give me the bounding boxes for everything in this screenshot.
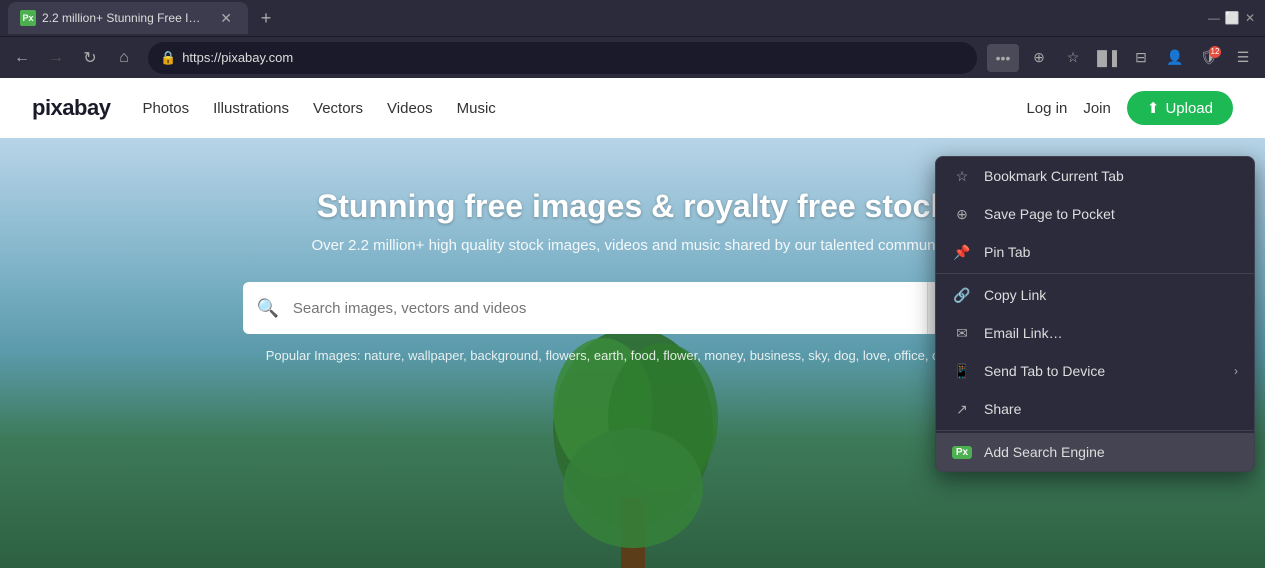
pocket-menu-icon: ⊕: [952, 204, 972, 224]
share-icon: ↗: [952, 399, 972, 419]
hamburger-menu-button[interactable]: ☰: [1229, 44, 1257, 72]
browser-tab[interactable]: Px 2.2 million+ Stunning Free Ima... ✕: [8, 2, 248, 34]
nav-illustrations[interactable]: Illustrations: [213, 100, 289, 117]
popular-tags: Popular Images: nature, wallpaper, backg…: [266, 348, 999, 363]
menu-divider-2: [936, 430, 1254, 431]
maximize-button[interactable]: ⬜: [1225, 11, 1239, 25]
search-bar: 🔍 Images ▾: [243, 282, 1023, 334]
star-icon: ☆: [1067, 49, 1080, 66]
add-search-engine-icon: Px: [952, 442, 972, 462]
forward-button[interactable]: →: [42, 44, 70, 72]
more-button[interactable]: •••: [987, 44, 1019, 72]
window-controls: — ⬜ ✕: [1207, 11, 1257, 25]
security-icon: 🔒: [160, 50, 176, 66]
site-logo[interactable]: pixabay: [32, 95, 110, 121]
reader-icon: ⊟: [1135, 49, 1147, 66]
refresh-button[interactable]: ↻: [76, 44, 104, 72]
login-link[interactable]: Log in: [1026, 100, 1067, 117]
bookmark-icon: ☆: [952, 166, 972, 186]
menu-item-copy-link[interactable]: 🔗 Copy Link: [936, 276, 1254, 314]
submenu-arrow-icon: ›: [1234, 364, 1238, 378]
context-menu: ☆ Bookmark Current Tab ⊕ Save Page to Po…: [935, 156, 1255, 472]
address-bar-container: 🔒: [148, 42, 977, 74]
menu-item-send-tab[interactable]: 📱 Send Tab to Device ›: [936, 352, 1254, 390]
nav-vectors[interactable]: Vectors: [313, 100, 363, 117]
menu-item-pin[interactable]: 📌 Pin Tab: [936, 233, 1254, 271]
extensions-icon: ▐▌▌: [1092, 50, 1122, 66]
menu-divider-1: [936, 273, 1254, 274]
bookmark-star-button[interactable]: ☆: [1059, 44, 1087, 72]
nav-photos[interactable]: Photos: [142, 100, 189, 117]
upload-icon: ⬆: [1147, 99, 1160, 117]
hamburger-icon: ☰: [1237, 49, 1250, 66]
join-link[interactable]: Join: [1083, 100, 1111, 117]
site-nav: Photos Illustrations Vectors Videos Musi…: [142, 100, 495, 117]
menu-item-email-link[interactable]: ✉ Email Link…: [936, 314, 1254, 352]
tab-title: 2.2 million+ Stunning Free Ima...: [42, 11, 210, 25]
back-button[interactable]: ←: [8, 44, 36, 72]
hero-subtitle: Over 2.2 million+ high quality stock ima…: [311, 237, 953, 254]
address-input[interactable]: [182, 50, 965, 65]
nav-videos[interactable]: Videos: [387, 100, 433, 117]
pin-icon: 📌: [952, 242, 972, 262]
tab-close-button[interactable]: ✕: [216, 8, 236, 29]
toolbar-right: ••• ⊕ ☆ ▐▌▌ ⊟ 👤 🛡 12 ☰: [987, 44, 1257, 72]
account-button[interactable]: 👤: [1161, 44, 1189, 72]
menu-item-pocket[interactable]: ⊕ Save Page to Pocket: [936, 195, 1254, 233]
browser-toolbar: ← → ↻ ⌂ 🔒 ••• ⊕ ☆ ▐▌▌ ⊟ 👤: [0, 36, 1265, 78]
search-input[interactable]: [293, 300, 927, 317]
email-icon: ✉: [952, 323, 972, 343]
link-icon: 🔗: [952, 285, 972, 305]
menu-item-add-search[interactable]: Px Add Search Engine: [936, 433, 1254, 471]
account-icon: 👤: [1166, 49, 1183, 66]
page-content: pixabay Photos Illustrations Vectors Vid…: [0, 78, 1265, 568]
addon-badge: 12: [1209, 46, 1221, 58]
pocket-button[interactable]: ⊕: [1025, 44, 1053, 72]
tab-favicon: Px: [20, 10, 36, 26]
reader-view-button[interactable]: ⊟: [1127, 44, 1155, 72]
close-window-button[interactable]: ✕: [1243, 11, 1257, 25]
header-right: Log in Join ⬆ Upload: [1026, 91, 1233, 125]
home-button[interactable]: ⌂: [110, 44, 138, 72]
menu-item-share[interactable]: ↗ Share: [936, 390, 1254, 428]
new-tab-button[interactable]: +: [252, 4, 280, 32]
addon-button[interactable]: 🛡 12: [1195, 44, 1223, 72]
search-icon: 🔍: [243, 298, 293, 319]
extensions-button[interactable]: ▐▌▌: [1093, 44, 1121, 72]
pocket-icon: ⊕: [1033, 49, 1045, 66]
title-bar: Px 2.2 million+ Stunning Free Ima... ✕ +…: [0, 0, 1265, 36]
upload-button[interactable]: ⬆ Upload: [1127, 91, 1233, 125]
device-icon: 📱: [952, 361, 972, 381]
menu-item-bookmark[interactable]: ☆ Bookmark Current Tab: [936, 157, 1254, 195]
site-header: pixabay Photos Illustrations Vectors Vid…: [0, 78, 1265, 138]
minimize-button[interactable]: —: [1207, 11, 1221, 25]
nav-music[interactable]: Music: [457, 100, 496, 117]
hero-title: Stunning free images & royalty free stoc…: [317, 188, 948, 225]
